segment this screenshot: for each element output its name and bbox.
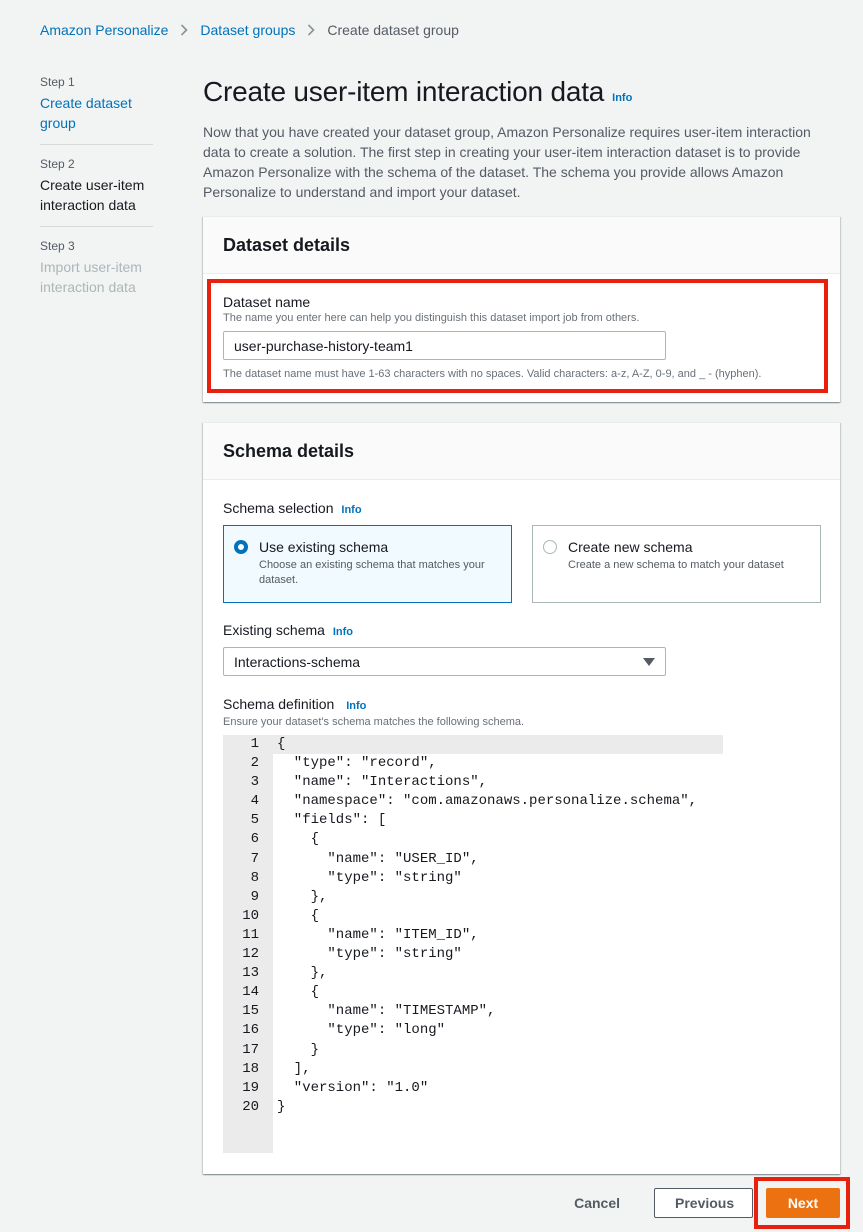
schema-definition-label-row: Schema definition Info bbox=[223, 695, 524, 715]
code-line: "type": "string" bbox=[277, 869, 462, 886]
radio-use-existing-schema[interactable] bbox=[234, 540, 248, 554]
step-2: Step 2 Create user-item interaction data bbox=[40, 156, 153, 227]
code-line: } bbox=[277, 1041, 320, 1058]
line-number: 12 bbox=[242, 946, 259, 963]
existing-schema-label-row: Existing schema Info bbox=[223, 621, 666, 641]
code-line: "name": "TIMESTAMP", bbox=[277, 1003, 496, 1020]
cancel-button[interactable]: Cancel bbox=[554, 1189, 640, 1217]
page-header: Create user-item interaction data Info bbox=[203, 76, 632, 108]
breadcrumb-amazon-personalize[interactable]: Amazon Personalize bbox=[40, 22, 168, 38]
step-2-title: Create user-item interaction data bbox=[40, 177, 145, 213]
code-line: "fields": [ bbox=[277, 812, 387, 829]
schema-selection-field: Schema selection Info Use existing schem… bbox=[223, 499, 821, 603]
highlight-dataset-name bbox=[207, 279, 828, 393]
schema-selection-tiles: Use existing schema Choose an existing s… bbox=[223, 525, 821, 603]
code-line: ], bbox=[277, 1060, 311, 1077]
existing-schema-value: Interactions-schema bbox=[234, 653, 361, 670]
page-info-link[interactable]: Info bbox=[612, 92, 632, 104]
line-number: 10 bbox=[242, 907, 259, 924]
schema-definition-label: Schema definition bbox=[223, 696, 335, 712]
step-1-link[interactable]: Create dataset group bbox=[40, 93, 153, 133]
line-number: 19 bbox=[242, 1079, 259, 1096]
code-line: "name": "ITEM_ID", bbox=[277, 926, 479, 943]
line-number: 5 bbox=[250, 812, 259, 829]
step-number: Step 3 bbox=[40, 239, 75, 253]
code-content: { "type": "record", "name": "Interaction… bbox=[277, 735, 697, 1117]
schema-selection-label: Schema selection bbox=[223, 500, 334, 516]
page-description: Now that you have created your dataset g… bbox=[203, 124, 811, 200]
code-line: "name": "USER_ID", bbox=[277, 850, 479, 867]
breadcrumb-current: Create dataset group bbox=[327, 22, 459, 38]
highlight-next-button bbox=[754, 1177, 850, 1229]
code-line: { bbox=[277, 907, 320, 924]
line-number: 7 bbox=[250, 850, 259, 867]
line-number: 4 bbox=[250, 793, 259, 810]
line-number-gutter: 1 2 3 4 5 6 7 8 9 10 11 12 13 14 15 16 17 18 19 20 bbox=[223, 735, 273, 1153]
line-number: 1 bbox=[250, 736, 259, 752]
schema-selection-info-link[interactable]: Info bbox=[341, 504, 361, 516]
code-line: "namespace": "com.amazonaws.personalize.… bbox=[277, 793, 698, 810]
caret-down-icon bbox=[643, 657, 655, 666]
code-line: { bbox=[277, 831, 320, 848]
page-title: Create user-item interaction data bbox=[203, 76, 605, 107]
wizard-steps: Step 1 Create dataset group Step 2 Creat… bbox=[40, 74, 153, 319]
line-number: 16 bbox=[242, 1022, 259, 1039]
code-line: { bbox=[277, 984, 320, 1001]
line-number: 3 bbox=[250, 774, 259, 791]
step-3: Step 3 Import user-item interaction data bbox=[40, 238, 153, 308]
existing-schema-info-link[interactable]: Info bbox=[333, 626, 353, 638]
line-number: 9 bbox=[250, 888, 259, 905]
code-line: "type": "record", bbox=[277, 755, 437, 772]
tile-title: Create new schema bbox=[568, 539, 693, 555]
schema-code-editor[interactable]: 1 2 3 4 5 6 7 8 9 10 11 12 13 14 15 16 17 18 19 20 { "type"… bbox=[223, 735, 723, 1153]
schema-definition-info-link[interactable]: Info bbox=[346, 700, 366, 712]
step-number: Step 2 bbox=[40, 157, 75, 171]
line-number: 13 bbox=[242, 965, 259, 982]
existing-schema-label: Existing schema bbox=[223, 622, 325, 638]
line-number: 15 bbox=[242, 1003, 259, 1020]
chevron-right-icon bbox=[307, 24, 315, 36]
schema-details-header: Schema details bbox=[203, 423, 840, 480]
dataset-details-header: Dataset details bbox=[203, 217, 840, 274]
line-number: 20 bbox=[242, 1098, 259, 1115]
code-line: }, bbox=[277, 888, 328, 905]
line-number: 6 bbox=[250, 831, 259, 848]
tile-description: Choose an existing schema that matches y… bbox=[259, 559, 485, 586]
tile-create-new-schema[interactable]: Create new schema Create a new schema to… bbox=[532, 525, 821, 603]
schema-definition-field: Schema definition Info Ensure your datas… bbox=[223, 695, 524, 730]
code-line: } bbox=[277, 1098, 286, 1115]
code-line: "type": "string" bbox=[277, 946, 462, 963]
step-1: Step 1 Create dataset group bbox=[40, 74, 153, 145]
step-number: Step 1 bbox=[40, 75, 75, 89]
line-number: 2 bbox=[250, 755, 259, 772]
existing-schema-field: Existing schema Info Interactions-schema bbox=[223, 621, 666, 676]
breadcrumb: Amazon Personalize Dataset groups Create… bbox=[40, 22, 459, 38]
previous-button[interactable]: Previous bbox=[654, 1188, 753, 1218]
code-line: "version": "1.0" bbox=[277, 1079, 429, 1096]
line-number: 8 bbox=[250, 869, 259, 886]
line-number: 18 bbox=[242, 1060, 259, 1077]
radio-create-new-schema[interactable] bbox=[543, 540, 557, 554]
schema-details-container: Schema details Schema selection Info Use… bbox=[203, 422, 840, 1174]
line-number: 17 bbox=[242, 1041, 259, 1058]
code-line: "name": "Interactions", bbox=[277, 774, 488, 791]
chevron-right-icon bbox=[180, 24, 189, 36]
existing-schema-select[interactable]: Interactions-schema bbox=[223, 647, 666, 676]
line-number: 14 bbox=[242, 984, 259, 1001]
breadcrumb-dataset-groups[interactable]: Dataset groups bbox=[200, 22, 295, 38]
code-line: { bbox=[277, 736, 286, 752]
schema-definition-description: Ensure your dataset's schema matches the… bbox=[223, 716, 525, 728]
schema-selection-label-row: Schema selection Info bbox=[223, 499, 821, 519]
tile-description: Create a new schema to match your datase… bbox=[568, 559, 784, 571]
code-line: }, bbox=[277, 965, 328, 982]
code-line: "type": "long" bbox=[277, 1022, 446, 1039]
line-number: 11 bbox=[242, 926, 259, 943]
tile-use-existing-schema[interactable]: Use existing schema Choose an existing s… bbox=[223, 525, 512, 603]
step-3-title: Import user-item interaction data bbox=[40, 259, 142, 295]
tile-title: Use existing schema bbox=[259, 539, 389, 555]
